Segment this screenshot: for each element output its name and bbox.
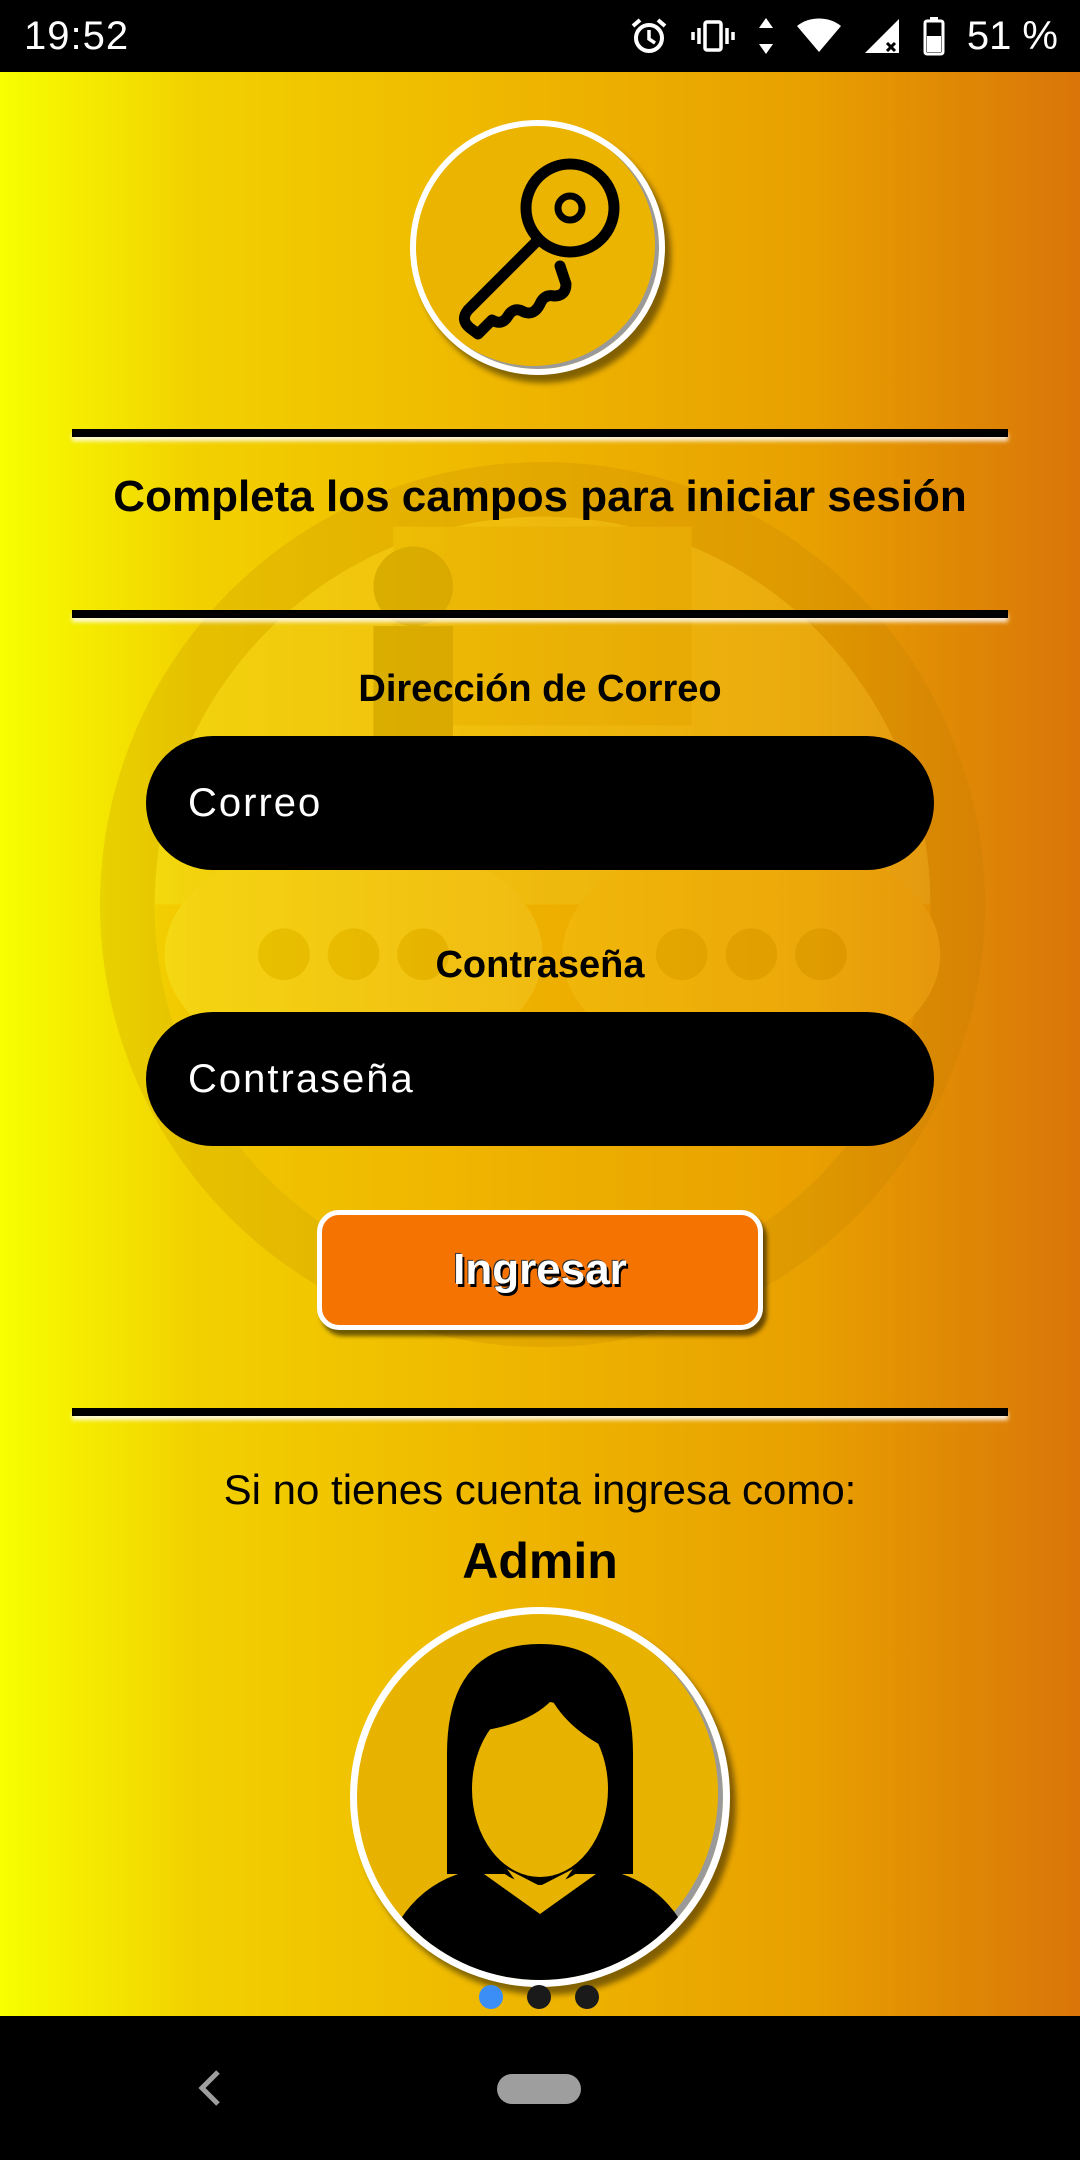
battery-percent: 51 %: [966, 13, 1058, 58]
divider-top: [72, 429, 1008, 437]
home-pill-icon[interactable]: [497, 2074, 581, 2104]
email-placeholder: Correo: [188, 780, 323, 825]
vibrate-icon: [691, 16, 735, 56]
status-time: 19:52: [24, 13, 130, 58]
wifi-icon: [796, 18, 841, 54]
battery-icon: [923, 16, 945, 56]
data-arrows-icon: [757, 16, 775, 56]
guest-avatar-button[interactable]: [350, 1607, 730, 1987]
password-label: Contraseña: [435, 944, 645, 986]
email-field[interactable]: Correo: [146, 736, 934, 870]
password-placeholder: Contraseña: [188, 1056, 415, 1101]
status-bar: 19:52 51 %: [0, 0, 1080, 72]
guest-role[interactable]: Admin: [0, 1532, 1080, 1590]
login-button[interactable]: Ingresar: [317, 1210, 763, 1330]
alarm-icon: [629, 16, 669, 56]
pager-dot[interactable]: [479, 1985, 503, 2009]
key-logo: [410, 120, 665, 375]
divider-middle: [72, 610, 1008, 618]
pager-dot[interactable]: [527, 1985, 551, 2009]
status-icons: 51 %: [629, 14, 1058, 59]
login-button-label: Ingresar: [453, 1245, 627, 1294]
female-user-icon: [377, 1644, 703, 1980]
key-icon: [458, 158, 619, 339]
email-label: Dirección de Correo: [358, 668, 722, 710]
avatar-pager: [479, 1985, 599, 2009]
signal-icon: [863, 17, 901, 55]
page-title: Completa los campos para iniciar sesión: [113, 472, 967, 521]
divider-bottom: [72, 1408, 1008, 1416]
login-screen: Completa los campos para iniciar sesión …: [0, 72, 1080, 2016]
pager-dot[interactable]: [575, 1985, 599, 2009]
navigation-bar: [0, 2016, 1080, 2160]
guest-prompt: Si no tienes cuenta ingresa como:: [223, 1466, 857, 1513]
back-icon[interactable]: [190, 2066, 230, 2110]
password-field[interactable]: Contraseña: [146, 1012, 934, 1146]
